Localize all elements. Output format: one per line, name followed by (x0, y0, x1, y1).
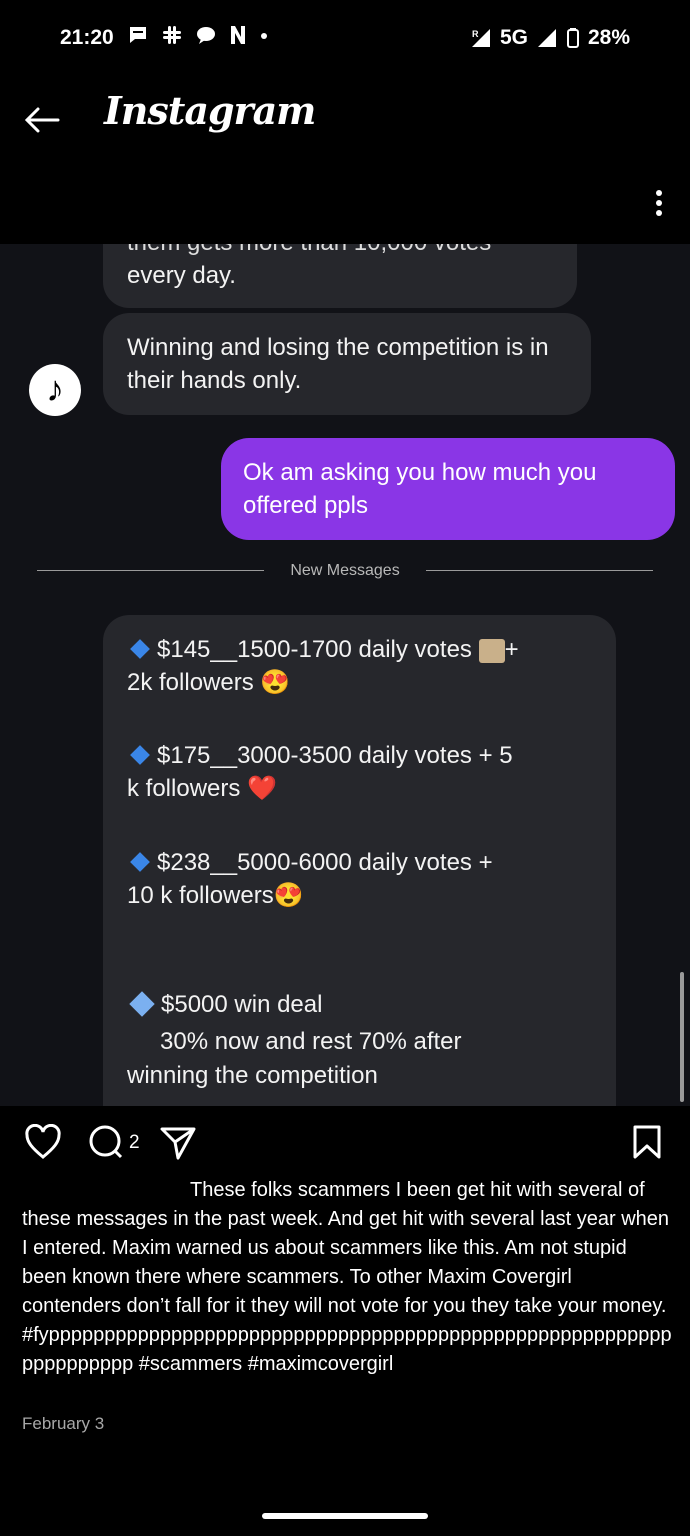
svg-text:R: R (472, 29, 479, 39)
offer-line: k followers ❤️ (127, 775, 277, 802)
heart-icon[interactable] (24, 1124, 62, 1160)
slack-icon (163, 26, 181, 44)
status-bar: 21:20 R 5G 28% (0, 0, 690, 80)
message-icon (130, 27, 146, 43)
music-note-icon[interactable]: ♪ (29, 364, 81, 416)
bookmark-icon[interactable] (632, 1124, 662, 1160)
offer-line: $175__3000-3500 daily votes + 5 (127, 739, 513, 772)
chat-icon (197, 27, 215, 44)
comment-count: 2 (129, 1132, 140, 1153)
status-time: 21:20 (60, 26, 114, 49)
offer-message: $145__1500-1700 daily votes + 2k followe… (103, 615, 616, 1106)
message-text: Winning and losing the competition is in… (127, 334, 549, 394)
more-icon[interactable] (654, 190, 664, 220)
blue-diamond-icon (130, 745, 150, 766)
battery-label: 28% (587, 26, 630, 49)
notification-icons (127, 24, 269, 46)
scrollbar-thumb[interactable] (680, 972, 684, 1102)
dot-icon (261, 33, 267, 39)
new-messages-label: New Messages (290, 562, 400, 579)
signal-icon (537, 29, 556, 47)
diamond-shape-icon (129, 991, 155, 1017)
battery-icon (566, 28, 579, 48)
scroll-icon (478, 638, 505, 663)
offer-line: 30% now and rest 70% after (160, 1028, 462, 1055)
incoming-message: them gets more than 10,000 votes every d… (103, 244, 577, 308)
blue-diamond-icon (130, 852, 150, 873)
network-label: 5G (499, 26, 528, 49)
status-right: R 5G 28% (470, 26, 630, 50)
comment-icon[interactable] (87, 1123, 125, 1161)
home-indicator[interactable] (262, 1513, 428, 1519)
incoming-message: Winning and losing the competition is in… (103, 313, 591, 415)
n-icon (231, 26, 245, 44)
offer-line: $238__5000-6000 daily votes + (127, 846, 493, 879)
post-actions: 2 (0, 1106, 690, 1176)
share-icon[interactable] (160, 1126, 196, 1160)
app-title: Instagram (104, 88, 316, 133)
signal-r-icon: R (471, 29, 490, 47)
offer-line: $5000 win deal (127, 988, 322, 1021)
post-caption: These folks scammers I been get hit with… (22, 1176, 672, 1379)
offer-line: 10 k followers😍 (127, 882, 304, 909)
blue-diamond-icon (130, 639, 150, 660)
caption-text: These folks scammers I been get hit with… (22, 1179, 670, 1317)
message-text: Ok am asking you how much you offered pp… (243, 459, 597, 519)
app-bar: Instagram (0, 80, 690, 244)
back-arrow-icon[interactable] (22, 100, 62, 140)
outgoing-message: Ok am asking you how much you offered pp… (221, 438, 675, 540)
chat-view: them gets more than 10,000 votes every d… (0, 244, 690, 1106)
caption-hashtags[interactable]: #fyppppppppppppppppppppppppppppppppppppp… (22, 1321, 672, 1379)
offer-line: 2k followers 😍 (127, 669, 291, 696)
message-line: every day. (127, 262, 236, 289)
offer-line: winning the competition (127, 1062, 378, 1089)
partial-line: them gets more than 10,000 votes (127, 244, 553, 259)
divider-right (426, 570, 653, 571)
post-date: February 3 (22, 1414, 105, 1433)
offer-line: $145__1500-1700 daily votes + (127, 633, 519, 666)
